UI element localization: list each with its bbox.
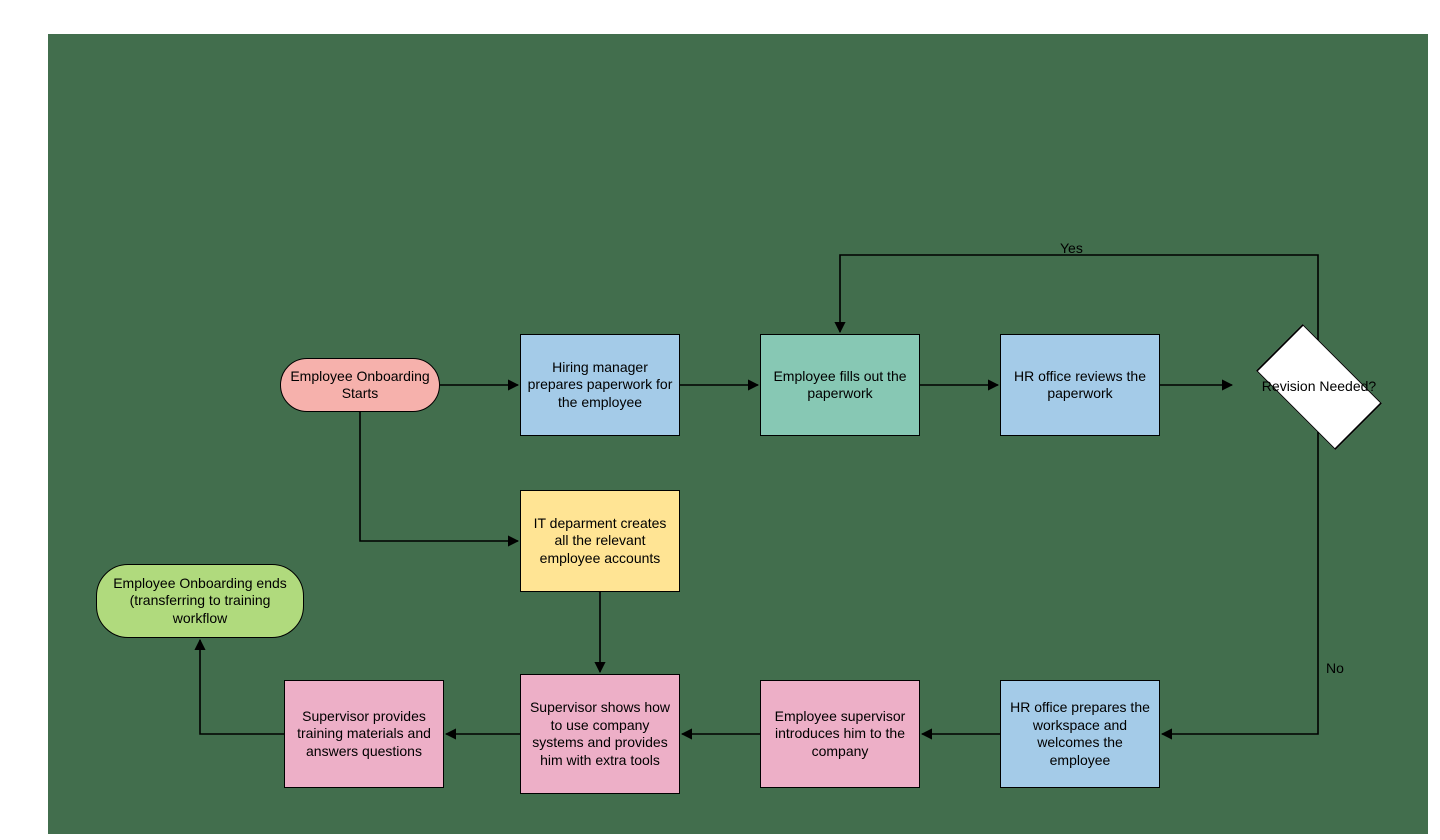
process-employee-fills: Employee fills out the paperwork <box>760 334 920 436</box>
process-hiring-manager: Hiring manager prepares paperwork for th… <box>520 334 680 436</box>
start-terminator: Employee Onboarding Starts <box>280 358 440 412</box>
decision-label: Revision Needed? <box>1234 340 1404 432</box>
process-hr-review: HR office reviews the paperwork <box>1000 334 1160 436</box>
process-supervisor-intro: Employee supervisor introduces him to th… <box>760 680 920 788</box>
diagram-background <box>48 34 1428 834</box>
process-it-accounts: IT deparment creates all the relevant em… <box>520 490 680 592</box>
end-terminator: Employee Onboarding ends (transferring t… <box>96 564 304 638</box>
diagram-canvas: Employee Onboarding Starts Hiring manage… <box>0 0 1440 840</box>
process-hr-prepares: HR office prepares the workspace and wel… <box>1000 680 1160 788</box>
process-supervisor-trains: Supervisor provides training materials a… <box>284 680 444 788</box>
decision-revision-needed: Revision Needed? <box>1234 340 1404 432</box>
process-supervisor-shows: Supervisor shows how to use company syst… <box>520 674 680 794</box>
edge-label-yes: Yes <box>1060 240 1083 256</box>
edge-label-no: No <box>1326 660 1344 676</box>
